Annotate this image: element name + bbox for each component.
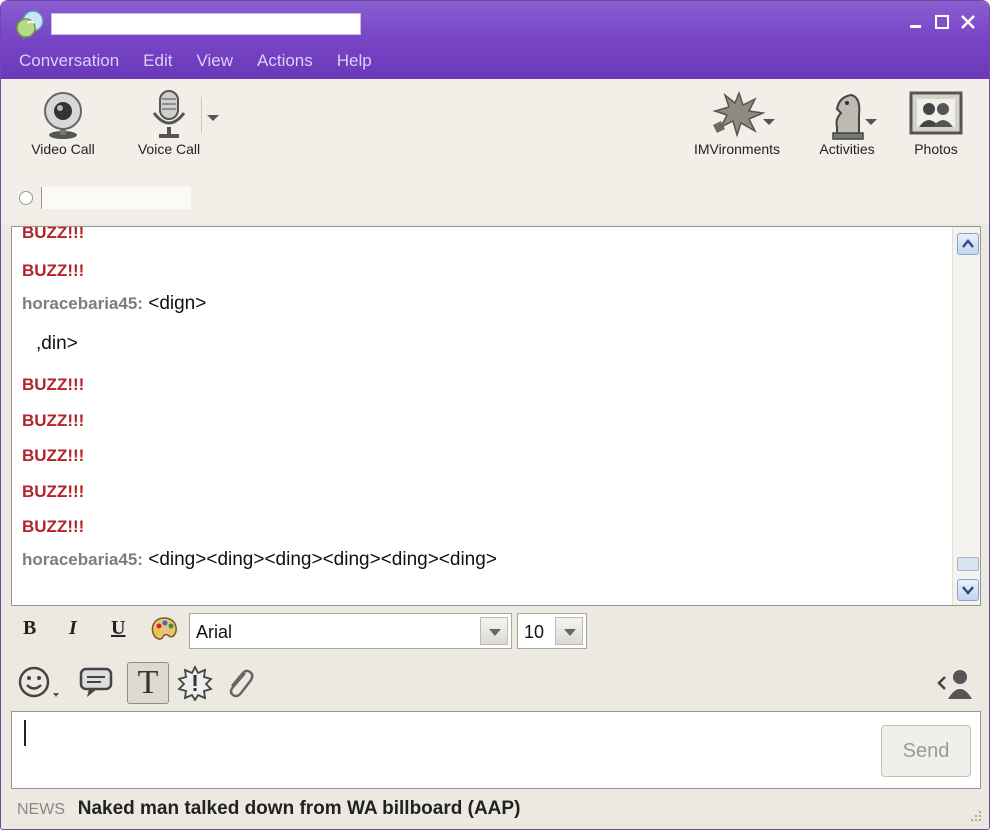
messenger-app-icon	[16, 10, 44, 40]
scroll-thumb[interactable]	[957, 557, 979, 571]
font-size-value: 10	[524, 622, 545, 642]
buzz-message: BUZZ!!!	[22, 375, 85, 394]
scroll-down-button[interactable]	[957, 579, 979, 601]
font-family-value: Arial	[196, 622, 233, 642]
audible-speech-icon[interactable]	[77, 665, 117, 701]
imvironments-leaf-icon	[712, 90, 765, 138]
buzz-message: BUZZ!!!	[22, 411, 85, 430]
chevron-up-icon	[962, 239, 974, 248]
menu-help[interactable]: Help	[337, 47, 372, 75]
video-call-button[interactable]: Video Call	[23, 89, 103, 157]
font-dropdown-icon[interactable]	[480, 617, 508, 645]
close-icon[interactable]	[959, 13, 977, 31]
message-text: <dign>	[148, 293, 207, 314]
window-title	[51, 13, 361, 35]
menu-bar: Conversation Edit View Actions Help	[1, 47, 396, 75]
color-palette-icon[interactable]	[149, 615, 179, 645]
underline-button[interactable]: U	[111, 617, 125, 640]
message-continuation: ,din>	[36, 333, 78, 354]
minimize-icon[interactable]	[907, 13, 925, 31]
webcam-icon	[44, 92, 82, 139]
paperclip-icon[interactable]	[223, 665, 255, 701]
message-history[interactable]: BUZZ!!! BUZZ!!! horacebaria45: <dign> ,d…	[11, 226, 981, 606]
message-sender: horacebaria45:	[22, 550, 143, 569]
message-sender: horacebaria45:	[22, 294, 143, 313]
news-label: NEWS	[17, 801, 65, 818]
message-input[interactable]	[11, 711, 981, 789]
imvironments-dropdown-icon[interactable]	[763, 119, 775, 125]
status-indicator-icon	[19, 191, 33, 205]
microphone-icon	[152, 90, 186, 138]
voice-call-dropdown-icon[interactable]	[207, 115, 219, 121]
buzz-message: BUZZ!!!	[22, 446, 85, 465]
maximize-icon[interactable]	[933, 13, 951, 31]
menu-edit[interactable]: Edit	[143, 47, 172, 75]
news-headline[interactable]: Naked man talked down from WA billboard …	[78, 798, 521, 819]
news-ticker[interactable]: NEWS Naked man talked down from WA billb…	[17, 798, 520, 820]
chevron-down-icon	[962, 586, 974, 595]
text-cursor	[24, 720, 26, 746]
title-bar: Conversation Edit View Actions Help	[1, 1, 989, 79]
contact-details-icon[interactable]	[935, 667, 975, 701]
activities-label: Activities	[819, 141, 875, 157]
buzz-icon[interactable]	[177, 665, 213, 701]
scroll-up-button[interactable]	[957, 233, 979, 255]
menu-actions[interactable]: Actions	[257, 47, 313, 75]
status-message	[41, 187, 191, 209]
video-call-label: Video Call	[31, 141, 95, 157]
chat-message: horacebaria45: <ding><ding><ding><ding><…	[22, 549, 497, 571]
text-format-toggle-button[interactable]: T	[127, 662, 169, 704]
chat-message: horacebaria45: <dign>	[22, 293, 206, 315]
resize-grip-icon[interactable]	[967, 809, 983, 825]
italic-button[interactable]: I	[69, 617, 77, 640]
font-size-dropdown-icon[interactable]	[555, 617, 583, 645]
buzz-message: BUZZ!!!	[22, 261, 85, 280]
buzz-message: BUZZ!!!	[22, 482, 85, 501]
photos-label: Photos	[914, 141, 958, 157]
photos-button[interactable]: Photos	[901, 89, 971, 157]
chess-knight-icon	[832, 93, 864, 140]
toolbar-separator	[201, 97, 202, 133]
imvironments-label: IMVironments	[693, 141, 781, 157]
buzz-message: BUZZ!!!	[22, 226, 85, 242]
menu-conversation[interactable]: Conversation	[19, 47, 119, 75]
font-size-select[interactable]: 10	[517, 613, 587, 649]
message-text: <ding><ding><ding><ding><ding><ding>	[148, 549, 497, 570]
voice-call-label: Voice Call	[137, 141, 201, 157]
photos-icon	[909, 91, 963, 135]
buzz-message: BUZZ!!!	[22, 517, 85, 536]
send-button[interactable]: Send	[881, 725, 971, 777]
voice-call-button[interactable]: Voice Call	[131, 89, 207, 157]
menu-view[interactable]: View	[196, 47, 233, 75]
message-scrollbar[interactable]	[952, 227, 980, 605]
smiley-icon[interactable]	[17, 665, 61, 701]
font-family-select[interactable]: Arial	[189, 613, 512, 649]
chat-window: Conversation Edit View Actions Help Vide…	[0, 0, 990, 830]
bold-button[interactable]: B	[23, 617, 36, 640]
activities-dropdown-icon[interactable]	[865, 119, 877, 125]
